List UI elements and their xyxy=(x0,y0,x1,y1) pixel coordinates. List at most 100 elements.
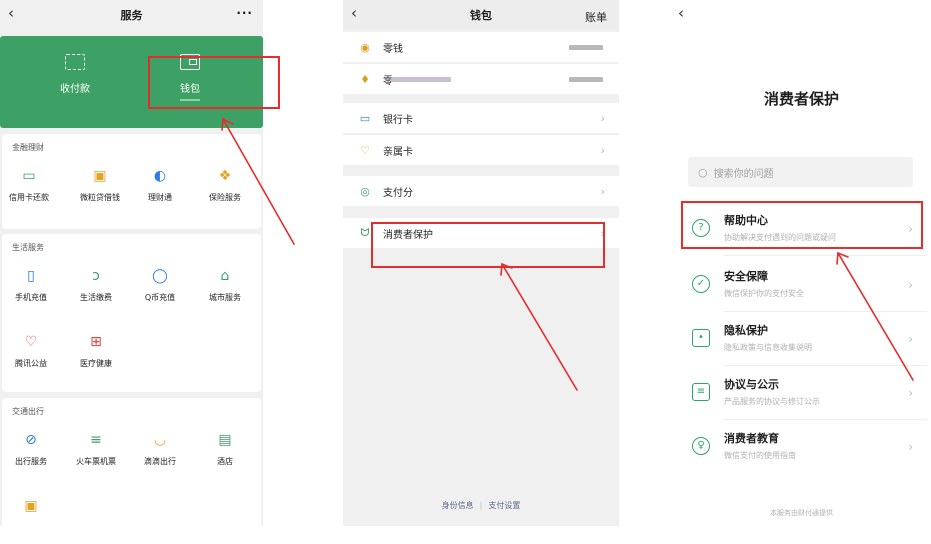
search-placeholder: 搜索你的问题 xyxy=(713,168,774,180)
security-item[interactable]: ✓ 安全保障 微信保护你的支付安全 › xyxy=(676,260,927,312)
service-medical[interactable]: ⊞ 医疗健康 xyxy=(64,334,128,369)
chevron-right-icon: › xyxy=(908,332,913,346)
service-partial[interactable]: ▣ xyxy=(0,498,63,522)
service-label: 滴滴出行 xyxy=(144,457,176,466)
divider xyxy=(724,365,927,366)
section-title: 生活服务 xyxy=(12,243,44,252)
hotel-icon: ▤ xyxy=(218,432,232,448)
consumer-protection-screen: ‹ 消费者保护 ○ 搜索你的问题 ? 帮助中心 协助解决支付遇到的问题或疑问 ›… xyxy=(676,0,927,526)
service-label: 理财通 xyxy=(148,193,172,202)
service-label: 手机充值 xyxy=(15,293,47,302)
bank-card-icon: ▭ xyxy=(359,111,371,125)
footer-separator: | xyxy=(479,501,483,510)
service-loan[interactable]: ▣ 微粒贷借钱 xyxy=(68,168,132,203)
bulb-icon: ♀ xyxy=(692,437,710,455)
service-didi[interactable]: ◡ 滴滴出行 xyxy=(128,432,192,467)
name-redacted xyxy=(391,76,451,82)
receive-pay-button[interactable]: 收付款 xyxy=(30,54,120,95)
heart-icon: ♡ xyxy=(24,334,38,350)
chevron-left-icon[interactable]: ‹ xyxy=(678,4,684,22)
wallet-row-family-card[interactable]: ♡ 亲属卡 › xyxy=(343,135,619,165)
item-title: 消费者教育 xyxy=(724,432,779,445)
service-hotel[interactable]: ▤ 酒店 xyxy=(193,432,257,467)
search-icon: ○ xyxy=(698,165,708,179)
family-card-icon: ♡ xyxy=(360,143,370,157)
chevron-left-icon[interactable]: ‹ xyxy=(351,4,357,22)
education-item[interactable]: ♀ 消费者教育 微信支付的使用指南 › xyxy=(676,422,927,474)
chevron-right-icon: › xyxy=(908,278,913,292)
search-input[interactable]: ○ 搜索你的问题 xyxy=(688,157,913,187)
section-title: 交通出行 xyxy=(12,407,44,416)
page-title: 钱包 xyxy=(470,9,492,22)
agreements-item[interactable]: ≡ 协议与公示 产品服务的协议与修订公示 › xyxy=(676,368,927,420)
finance-section: 金融理财 ▭ 信用卡还款 ▣ 微粒贷借钱 ◐ 理财通 ❖ 保险服务 xyxy=(2,134,261,229)
wallet-row-pay-score[interactable]: ◎ 支付分 › xyxy=(343,176,619,206)
service-credit-card[interactable]: ▭ 信用卡还款 xyxy=(0,168,61,203)
item-title: 协议与公示 xyxy=(724,378,779,391)
service-train[interactable]: ≡ 火车票机票 xyxy=(64,432,128,467)
chevron-right-icon: › xyxy=(908,440,913,454)
chevron-left-icon[interactable]: ‹ xyxy=(8,4,14,22)
more-button[interactable]: ··· xyxy=(236,6,253,20)
wallet-row-change[interactable]: ◉ 零钱 xyxy=(343,32,619,62)
service-label: 生活缴费 xyxy=(80,293,112,302)
value-redacted xyxy=(569,76,603,82)
scan-icon xyxy=(65,54,85,70)
wallet-footer: 身份信息 | 支付设置 xyxy=(343,500,619,511)
city-icon: ⌂ xyxy=(220,268,230,284)
service-wealth[interactable]: ◐ 理财通 xyxy=(128,168,192,203)
service-qcoin[interactable]: ◯ Q币充值 xyxy=(128,268,192,303)
service-label: 出行服务 xyxy=(15,457,47,466)
service-travel[interactable]: ⊘ 出行服务 xyxy=(0,432,63,467)
credit-card-icon: ▭ xyxy=(22,168,36,184)
service-insurance[interactable]: ❖ 保险服务 xyxy=(193,168,257,203)
receive-pay-label: 收付款 xyxy=(60,84,90,95)
item-subtitle: 隐私政策与信息收集说明 xyxy=(724,343,812,352)
q-icon: ◯ xyxy=(152,268,168,284)
service-phone[interactable]: ▯ 手机充值 xyxy=(0,268,63,303)
service-label: 微粒贷借钱 xyxy=(80,193,120,202)
provider-note: 本服务由财付通提供 xyxy=(770,509,833,517)
privacy-item[interactable]: • 隐私保护 隐私政策与信息收集说明 › xyxy=(676,314,927,366)
service-city[interactable]: ⌂ 城市服务 xyxy=(193,268,257,303)
service-charity[interactable]: ♡ 腾讯公益 xyxy=(0,334,63,369)
phone-icon: ▯ xyxy=(27,268,35,284)
coin-icon: ◉ xyxy=(360,40,370,54)
row-label: 支付分 xyxy=(383,187,413,199)
highlight-help-center xyxy=(681,201,923,249)
service-label: 医疗健康 xyxy=(80,359,112,368)
diamond-icon: ♦ xyxy=(360,72,370,86)
service-partial-icon: ▣ xyxy=(24,498,38,514)
row-label: 银行卡 xyxy=(383,114,413,126)
travel-section: 交通出行 ⊘ 出行服务 ≡ 火车票机票 ◡ 滴滴出行 ▤ 酒店 ▣ xyxy=(2,398,261,526)
item-title: 安全保障 xyxy=(724,270,768,283)
identity-info-link[interactable]: 身份信息 xyxy=(442,501,474,510)
compass-icon: ⊘ xyxy=(25,432,37,448)
leaf-icon: ↄ xyxy=(92,268,100,284)
bill-button[interactable]: 账单 xyxy=(585,9,607,25)
service-utility[interactable]: ↄ 生活缴费 xyxy=(64,268,128,303)
item-subtitle: 微信支付的使用指南 xyxy=(724,451,796,460)
balance-redacted xyxy=(569,44,603,50)
highlight-consumer-protection xyxy=(371,222,605,268)
document-icon: ≡ xyxy=(692,383,710,401)
section-title: 金融理财 xyxy=(12,143,44,152)
service-label: 火车票机票 xyxy=(76,457,116,466)
loan-icon: ▣ xyxy=(93,168,107,184)
lock-icon: • xyxy=(692,329,710,347)
nav-bar: ‹ 钱包 账单 xyxy=(343,0,619,30)
train-icon: ≡ xyxy=(90,432,102,448)
payment-settings-link[interactable]: 支付设置 xyxy=(488,501,520,510)
chevron-right-icon: › xyxy=(600,143,605,157)
item-subtitle: 产品服务的协议与修订公示 xyxy=(724,397,820,406)
page-title: 服务 xyxy=(120,9,143,22)
medical-icon: ⊞ xyxy=(90,334,102,350)
shield-icon: ✓ xyxy=(692,275,710,293)
divider xyxy=(724,419,927,420)
wallet-row-bank-card[interactable]: ▭ 银行卡 › xyxy=(343,103,619,133)
divider xyxy=(724,311,927,312)
wallet-row-savings[interactable]: ♦ 零 xyxy=(343,64,619,94)
nav-bar: ‹ 服务 ··· xyxy=(0,0,263,30)
row-label: 零钱 xyxy=(383,43,403,55)
didi-icon: ◡ xyxy=(153,432,167,448)
